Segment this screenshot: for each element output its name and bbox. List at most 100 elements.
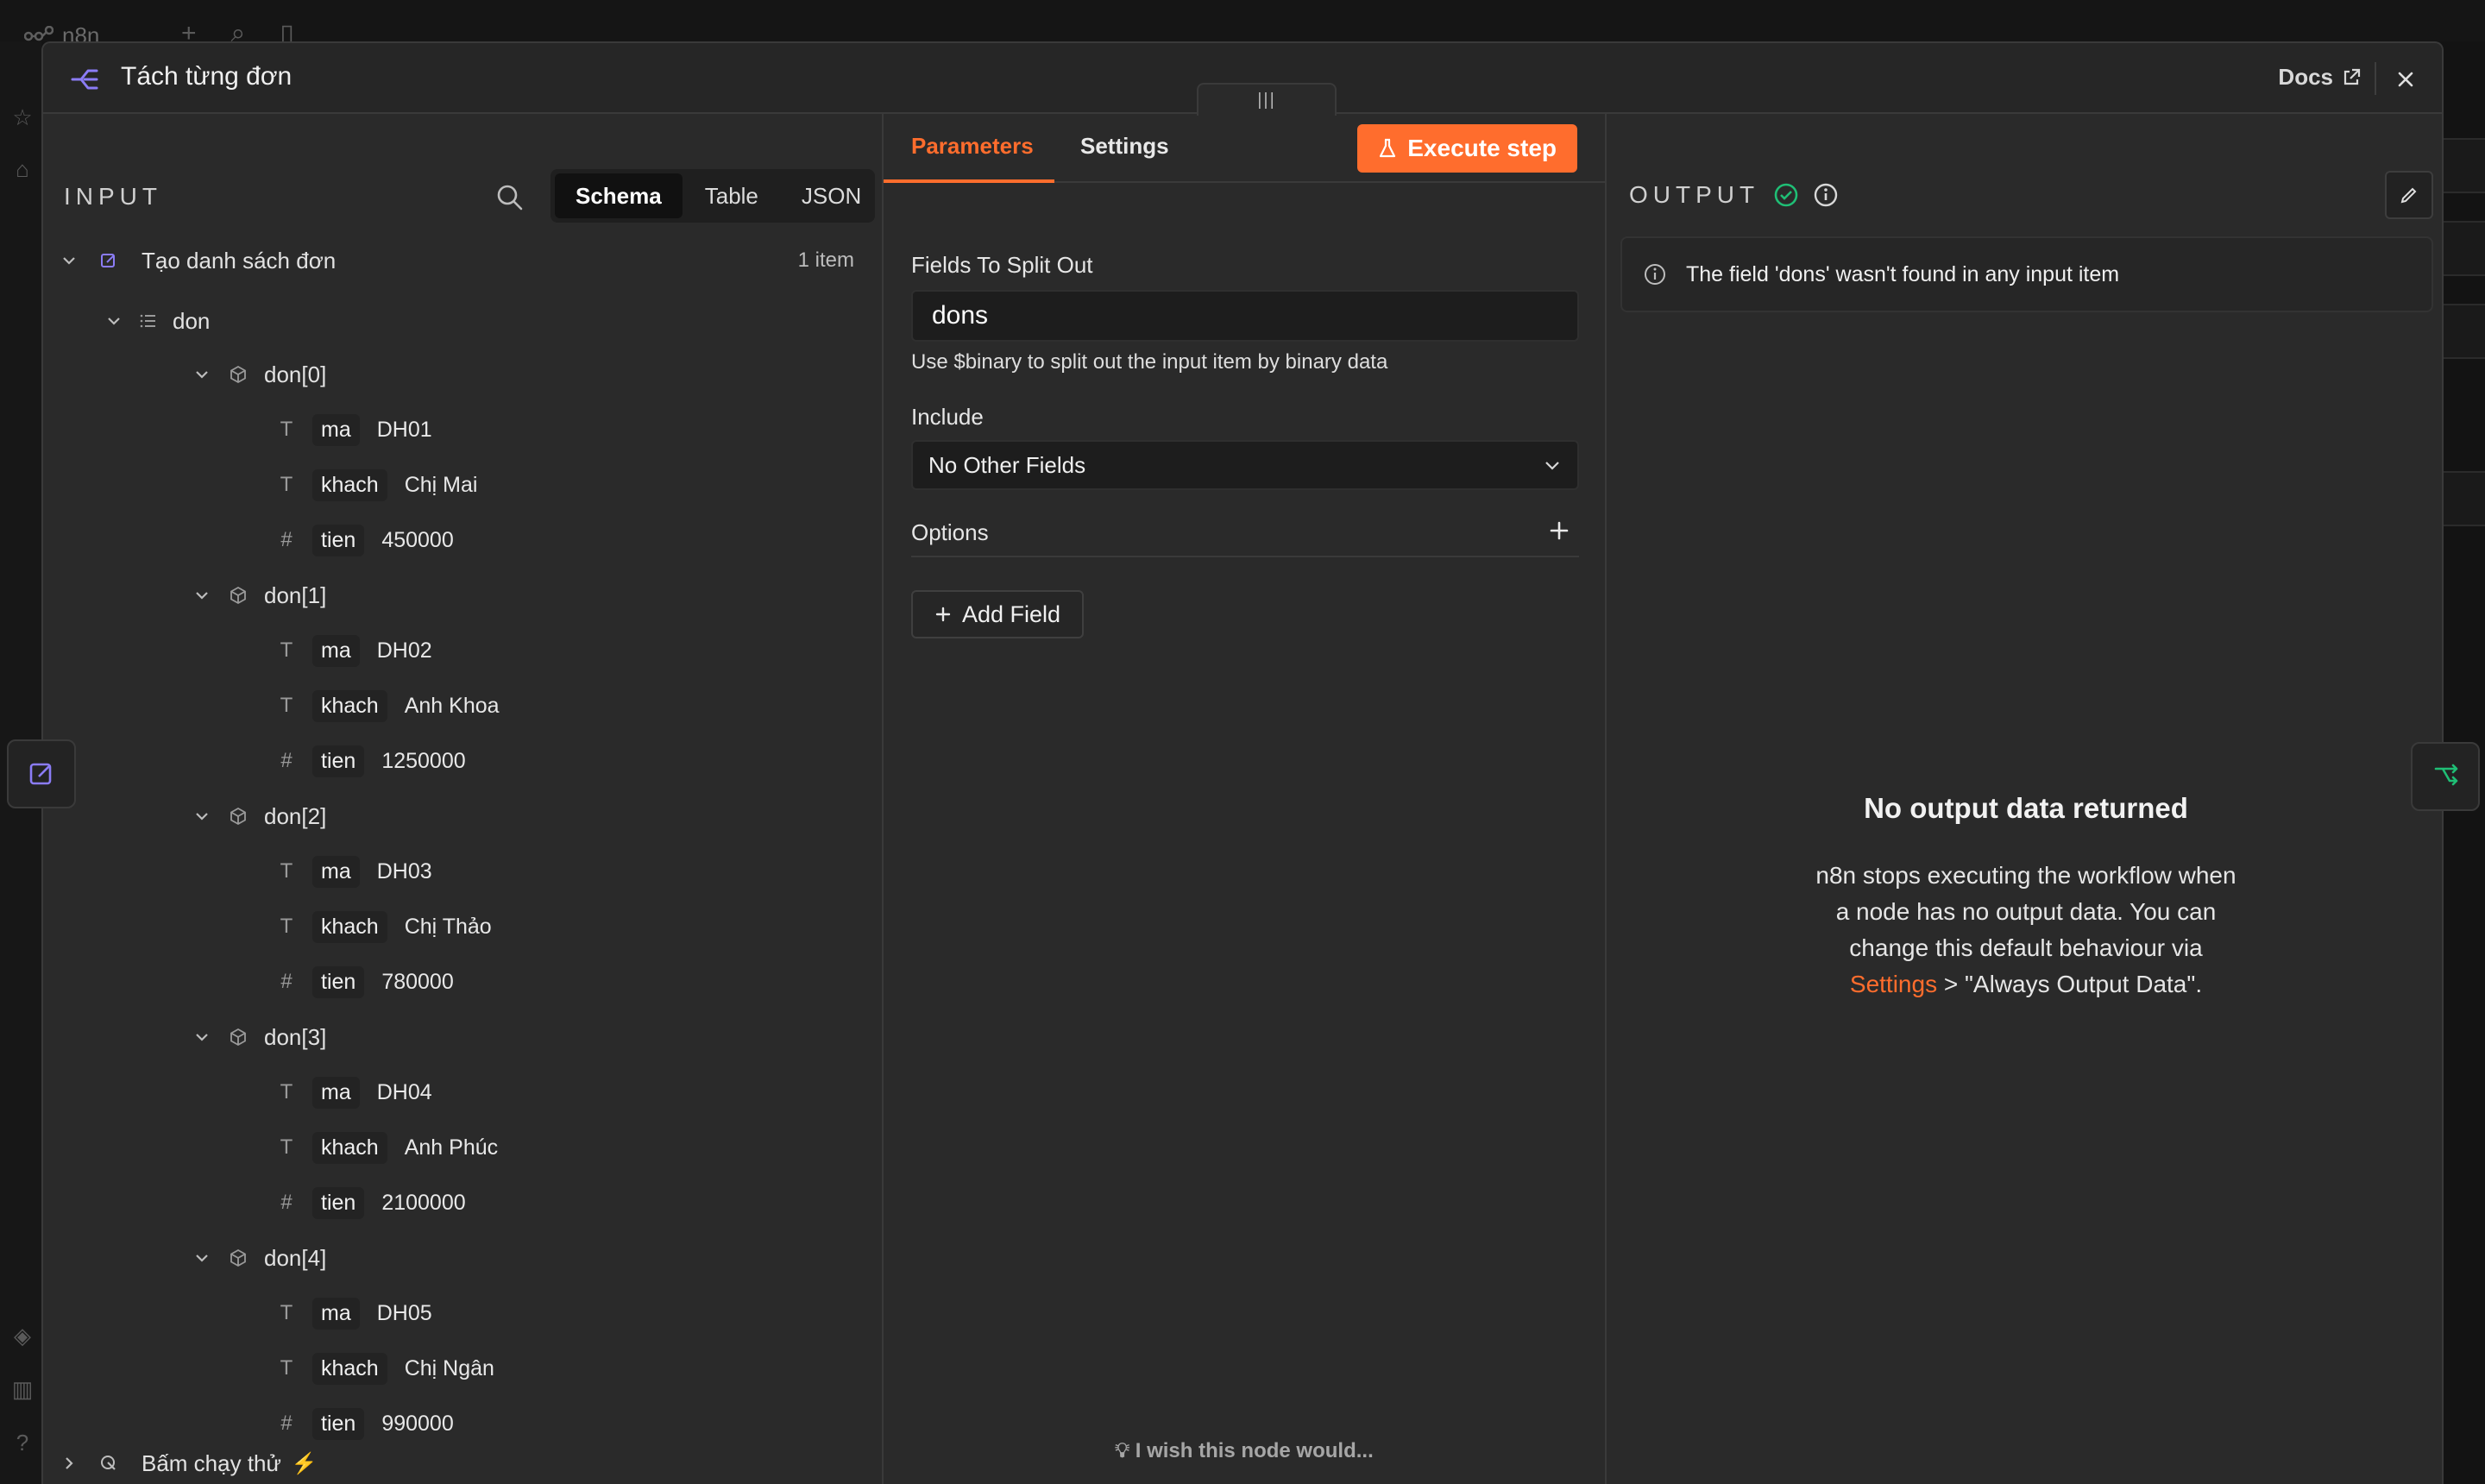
schema-field-row[interactable]: Tma DH04 [274, 1073, 432, 1111]
schema-field-row[interactable]: Tkhach Anh Khoa [274, 687, 500, 725]
source-node-row[interactable]: Tạo danh sách đơn 1 item [57, 242, 868, 280]
schema-group-row[interactable]: don[2] [190, 797, 326, 835]
schema-group-row[interactable]: don[0] [190, 355, 326, 393]
chevron-down-icon[interactable] [190, 583, 214, 607]
next-node-button[interactable] [2411, 742, 2480, 811]
field-key[interactable]: khach [312, 910, 387, 943]
field-key[interactable]: khach [312, 689, 387, 722]
include-select[interactable]: No Other Fields [911, 440, 1579, 490]
add-option-button[interactable] [1544, 516, 1574, 545]
field-key[interactable]: khach [312, 468, 387, 501]
schema-field-row[interactable]: # tien 1250000 [274, 742, 466, 780]
add-field-button[interactable]: Add Field [911, 590, 1084, 638]
field-value: 780000 [381, 969, 454, 994]
tab-settings[interactable]: Settings [1080, 133, 1169, 160]
schema-root-row[interactable]: don [102, 302, 210, 340]
fields-to-split-input[interactable]: dons [911, 290, 1579, 342]
chevron-down-icon[interactable] [190, 804, 214, 828]
output-panel: OUTPUT The field 'dons' wasn't found in … [1607, 114, 2442, 1484]
help-icon[interactable]: ? [10, 1431, 35, 1455]
home-icon[interactable]: ⌂ [10, 157, 35, 181]
edit-node-icon [29, 763, 52, 785]
chevron-down-icon[interactable] [190, 1246, 214, 1270]
settings-link[interactable]: Settings [1850, 971, 1937, 997]
tab-json[interactable]: JSON [781, 173, 882, 218]
other-node-row[interactable]: Bấm chạy thử ⚡ [57, 1444, 318, 1482]
schema-field-row[interactable]: Tma DH03 [274, 852, 432, 890]
field-key[interactable]: khach [312, 1352, 387, 1385]
cube-icon [226, 804, 250, 828]
number-type-icon: # [280, 528, 293, 551]
schema-field-row[interactable]: Tkhach Chị Thảo [274, 908, 492, 946]
field-key[interactable]: ma [312, 413, 360, 446]
edit-output-button[interactable] [2385, 171, 2433, 219]
field-key[interactable]: ma [312, 1076, 360, 1109]
tab-parameters[interactable]: Parameters [911, 133, 1034, 160]
execute-step-label: Execute step [1407, 135, 1557, 161]
previous-node-button[interactable] [7, 739, 76, 808]
cursor-click-icon [97, 1451, 121, 1475]
fields-to-split-value: dons [932, 301, 989, 330]
text-type-icon: T [280, 1356, 293, 1380]
chevron-down-icon[interactable] [190, 1025, 214, 1049]
tab-table[interactable]: Table [684, 173, 779, 218]
schema-field-row[interactable]: Tma DH02 [274, 632, 432, 670]
empty-output-title: No output data returned [1864, 792, 2188, 824]
info-icon[interactable] [1813, 182, 1839, 208]
schema-field-row[interactable]: Tkhach Chị Mai [274, 466, 477, 504]
root-field-name: don [173, 307, 211, 334]
input-panel-label: INPUT [64, 183, 162, 210]
panel-drag-handle[interactable]: ||| [1197, 83, 1337, 116]
feedback-link[interactable]: 💡︎ I wish this node would... [884, 1439, 1605, 1463]
schema-group-row[interactable]: don[4] [190, 1239, 326, 1277]
schema-field-row[interactable]: Tma DH05 [274, 1294, 432, 1332]
parameters-panel: Parameters Settings Execute step Fields … [882, 114, 1607, 1484]
execute-step-button[interactable]: Execute step [1357, 124, 1577, 173]
field-key[interactable]: khach [312, 1131, 387, 1164]
chevron-down-icon[interactable] [57, 248, 81, 273]
schema-field-row[interactable]: # tien 450000 [274, 521, 454, 559]
schema-field-row[interactable]: Tma DH01 [274, 411, 432, 449]
plus-icon [1550, 521, 1569, 540]
cube-icon [226, 1246, 250, 1270]
chevron-down-icon[interactable] [102, 309, 126, 333]
external-link-icon [2343, 68, 2361, 85]
field-key[interactable]: tien [312, 524, 365, 556]
field-key[interactable]: tien [312, 965, 365, 998]
options-row: Options [911, 514, 1579, 557]
chevron-down-icon[interactable] [190, 362, 214, 387]
field-key[interactable]: ma [312, 634, 360, 667]
input-search-button[interactable] [495, 183, 525, 212]
tab-schema[interactable]: Schema [555, 173, 683, 218]
field-key[interactable]: ma [312, 855, 360, 888]
schema-group-row[interactable]: don[3] [190, 1018, 326, 1056]
field-value: DH01 [376, 417, 432, 442]
field-key[interactable]: tien [312, 1407, 365, 1440]
text-type-icon: T [280, 1135, 293, 1159]
group-name: don[4] [264, 1244, 327, 1271]
group-name: don[1] [264, 582, 327, 608]
text-type-icon: T [280, 418, 293, 441]
package-icon[interactable]: ◈ [10, 1324, 35, 1348]
schema-field-row[interactable]: # tien 780000 [274, 963, 454, 1001]
schema-field-row[interactable]: # tien 2100000 [274, 1184, 466, 1222]
insights-icon[interactable]: ▥ [10, 1377, 35, 1401]
docs-link[interactable]: Docs [2278, 64, 2361, 91]
node-title[interactable]: Tách từng đơn [121, 62, 292, 91]
app-topbar: n8n + ⌕ ▯ [0, 0, 2485, 48]
pencil-icon [2400, 187, 2417, 204]
other-node-name: Bấm chạy thử [142, 1449, 281, 1476]
field-key[interactable]: ma [312, 1297, 360, 1330]
close-button[interactable] [2388, 62, 2423, 97]
templates-icon[interactable]: ☆ [10, 105, 35, 129]
schema-field-row[interactable]: Tkhach Chị Ngân [274, 1349, 494, 1387]
schema-field-row[interactable]: Tkhach Anh Phúc [274, 1129, 498, 1166]
field-key[interactable]: tien [312, 745, 365, 777]
group-name: don[0] [264, 361, 327, 387]
chevron-right-icon[interactable] [57, 1451, 81, 1475]
schema-group-row[interactable]: don[1] [190, 576, 326, 614]
field-key[interactable]: tien [312, 1186, 365, 1219]
schema-field-row[interactable]: # tien 990000 [274, 1405, 454, 1443]
field-value: DH03 [376, 858, 432, 883]
field-value: DH04 [376, 1079, 432, 1104]
